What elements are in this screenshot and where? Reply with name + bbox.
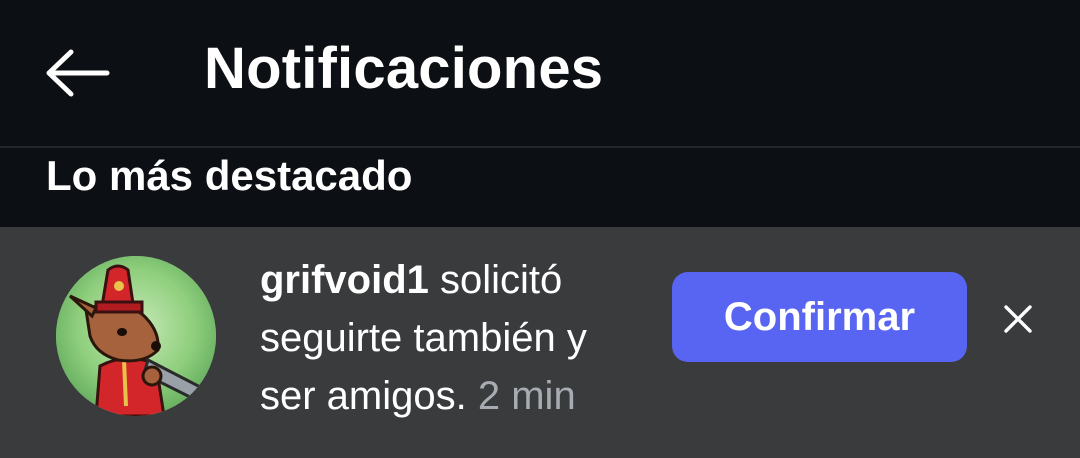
close-icon xyxy=(1004,305,1032,333)
dismiss-button[interactable] xyxy=(994,295,1042,343)
header: Notificaciones xyxy=(0,0,1080,146)
avatar[interactable] xyxy=(56,256,216,416)
notification-time: 2 min xyxy=(477,374,576,418)
page-title: Notificaciones xyxy=(204,36,604,101)
notifications-page: Notificaciones Lo más destacado grifvoid… xyxy=(0,0,1080,458)
arrow-left-icon xyxy=(46,49,110,97)
notification-username[interactable]: grifvoid1 xyxy=(260,258,429,302)
notification-text: grifvoid1 solicitó seguirte también y se… xyxy=(260,251,650,425)
avatar-image xyxy=(56,256,216,416)
back-button[interactable] xyxy=(40,40,116,106)
notification-item: grifvoid1 solicitó seguirte también y se… xyxy=(0,227,1080,458)
section-title: Lo más destacado xyxy=(46,152,413,199)
confirm-button[interactable]: Confirmar xyxy=(672,272,967,362)
